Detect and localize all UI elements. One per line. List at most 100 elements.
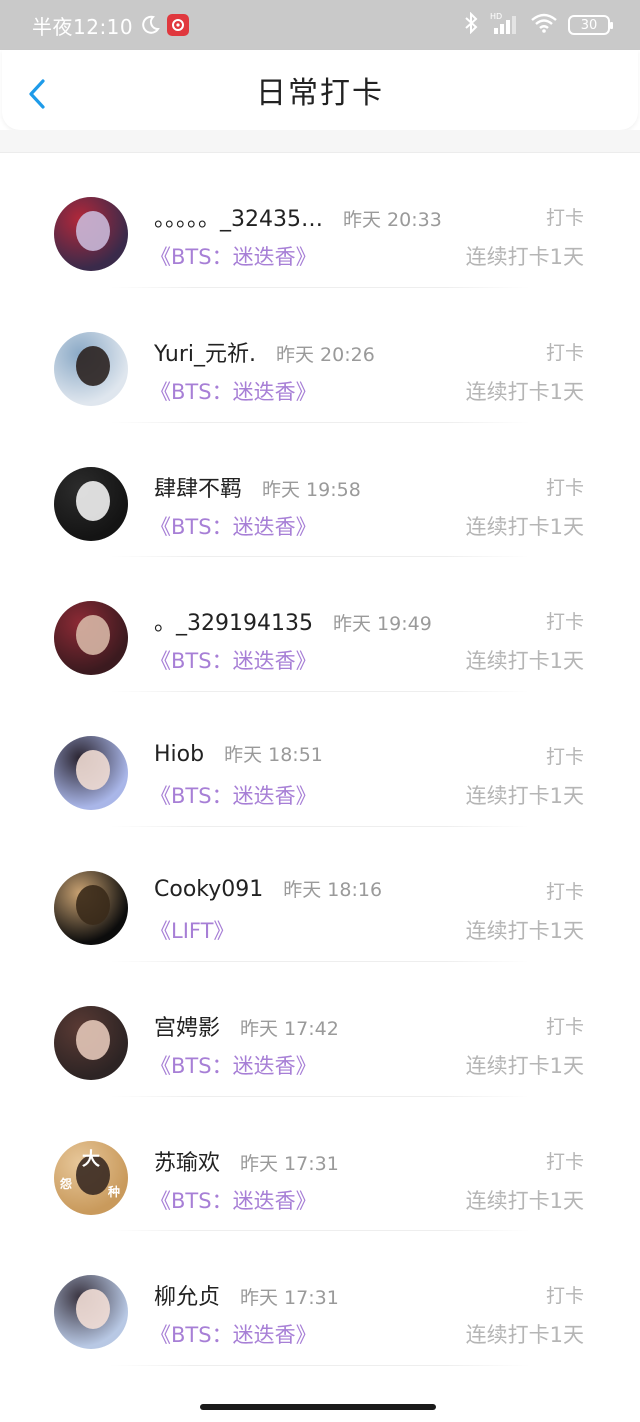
name-line: 柳允贞 昨天 17:31 [154,1279,339,1311]
name-line: 。_329194135 昨天 19:49 [154,605,432,637]
user-name[interactable]: Cooky091 [154,877,263,902]
wifi-icon [530,12,558,38]
back-button[interactable] [22,76,52,112]
checkin-row[interactable]: Hiob 昨天 18:51 《BTS：迷迭香》 打卡连续打卡1天 [0,692,640,827]
status-time: 半夜12:10 [32,14,134,39]
book-title-link[interactable]: 《BTS：迷迭香》 [150,376,317,406]
streak-count: 连续打卡1天 [465,1323,584,1348]
chevron-left-icon [29,79,45,109]
checkin-label: 打卡 [545,341,584,364]
avatar-face [76,1289,110,1330]
avatar[interactable] [54,1275,128,1350]
avatar-text: 种 [108,1184,121,1199]
name-line: Yuri_元祈. 昨天 20:26 [154,336,375,368]
streak-count: 连续打卡1天 [465,784,584,809]
checkin-row[interactable]: Cooky091 昨天 18:16 《LIFT》 打卡连续打卡1天 [0,827,640,962]
checkin-label: 打卡 [545,1285,584,1308]
streak-count: 连续打卡1天 [465,918,584,943]
checkin-label: 打卡 [545,611,584,634]
avatar-face [76,615,110,656]
checkin-label: 打卡 [545,746,584,769]
streak-count: 连续打卡1天 [465,1053,584,1078]
post-time: 昨天 18:16 [283,878,383,901]
home-indicator[interactable] [200,1404,436,1410]
name-line: 肆肆不羁 昨天 19:58 [154,471,361,503]
status-bar: 半夜12:10 HD 30 [0,0,640,50]
bluetooth-icon [462,11,480,38]
post-time: 昨天 20:26 [276,343,375,366]
post-time: 昨天 19:58 [262,478,361,501]
user-name[interactable]: 宫娉影 [154,1010,220,1042]
battery-level: 30 [580,17,598,33]
row-divider [110,1365,530,1367]
streak-count: 连续打卡1天 [465,514,584,539]
book-title-link[interactable]: 《BTS：迷迭香》 [150,511,317,541]
avatar[interactable] [54,1005,128,1080]
avatar[interactable]: 大怨种 [54,1140,128,1215]
book-title-link[interactable]: 《BTS：迷迭香》 [150,645,317,675]
checkin-label: 打卡 [545,207,584,229]
name-line: Cooky091 昨天 18:16 [154,875,382,902]
checkin-row[interactable]: Yuri_元祈. 昨天 20:26 《BTS：迷迭香》 打卡连续打卡1天 [0,288,640,423]
book-title-link[interactable]: 《BTS：迷迭香》 [150,780,317,810]
checkin-row[interactable]: 。_329194135 昨天 19:49 《BTS：迷迭香》 打卡连续打卡1天 [0,557,640,693]
avatar[interactable] [54,601,128,676]
avatar[interactable] [54,331,128,406]
book-title-link[interactable]: 《BTS：迷迭香》 [150,1185,317,1215]
avatar-face [76,211,110,251]
post-time: 昨天 17:31 [240,1287,339,1310]
book-title-link[interactable]: 《BTS：迷迭香》 [150,241,317,271]
user-name[interactable]: 。。。。。_32435… [154,201,323,233]
checkin-label: 打卡 [545,880,584,903]
user-name[interactable]: Yuri_元祈. [154,336,256,368]
post-time: 昨天 17:31 [240,1152,339,1175]
avatar-text: 怨 [60,1176,73,1191]
avatar-face [76,750,110,791]
post-time: 昨天 19:49 [332,613,432,636]
streak-count: 连续打卡1天 [465,1188,584,1213]
checkin-row[interactable]: 宫娉影 昨天 17:42 《BTS：迷迭香》 打卡连续打卡1天 [0,962,640,1097]
avatar-face [76,480,110,521]
avatar-face [76,884,110,925]
book-title-link[interactable]: 《BTS：迷迭香》 [150,1319,317,1349]
checkin-row[interactable]: 大怨种苏瑜欢 昨天 17:31 《BTS：迷迭香》 打卡 连续打卡1天 [0,1097,640,1232]
avatar[interactable] [54,870,128,945]
status-left: 半夜12:10 [32,11,190,40]
checkin-list: 。。。。。_32435… 昨天 20:33 《BTS：迷迭香》 打卡 连续打卡1天 Yur… [0,153,640,1367]
checkin-row[interactable]: 。。。。。_32435… 昨天 20:33 《BTS：迷迭香》 打卡 连续打卡1天 [0,153,640,288]
name-line: 宫娉影 昨天 17:42 [154,1010,339,1042]
netease-music-icon [167,14,190,36]
user-name[interactable]: 。_329194135 [154,605,313,637]
hd-label: HD [490,12,503,21]
status-right: HD 30 [462,11,613,38]
checkin-label: 打卡 [545,476,584,499]
name-line: Hiob 昨天 18:51 [154,740,323,767]
moon-icon [139,14,161,36]
header-bar: 日常打卡 [2,50,638,130]
avatar-face [76,345,110,386]
user-name[interactable]: Hiob [154,742,204,767]
signal-icon: HD [490,12,520,36]
post-time: 昨天 18:51 [224,744,323,767]
streak-count: 连续打卡1天 [465,649,584,674]
checkin-row[interactable]: 肆肆不羁 昨天 19:58 《BTS：迷迭香》 打卡连续打卡1天 [0,423,640,558]
streak-count: 连续打卡1天 [465,379,584,404]
user-name[interactable]: 柳允贞 [154,1279,220,1311]
avatar[interactable] [54,197,128,271]
avatar[interactable] [54,736,128,811]
header-spacer [0,130,640,152]
checkin-row[interactable]: 柳允贞 昨天 17:31 《BTS：迷迭香》 打卡连续打卡1天 [0,1231,640,1367]
page-title: 日常打卡 [256,76,384,111]
avatar[interactable] [54,466,128,541]
battery-indicator: 30 [568,15,613,35]
avatar-face [76,1019,110,1060]
name-line: 苏瑜欢 昨天 17:31 [154,1145,339,1177]
user-name[interactable]: 肆肆不羁 [154,471,242,503]
book-title-link[interactable]: 《LIFT》 [150,915,234,945]
book-title-link[interactable]: 《BTS：迷迭香》 [150,1050,317,1080]
checkin-label: 打卡 [545,1150,584,1173]
post-time: 昨天 20:33 [343,209,442,231]
name-line: 。。。。。_32435… 昨天 20:33 [154,201,442,233]
user-name[interactable]: 苏瑜欢 [154,1145,220,1177]
checkin-label: 打卡 [545,1015,584,1038]
